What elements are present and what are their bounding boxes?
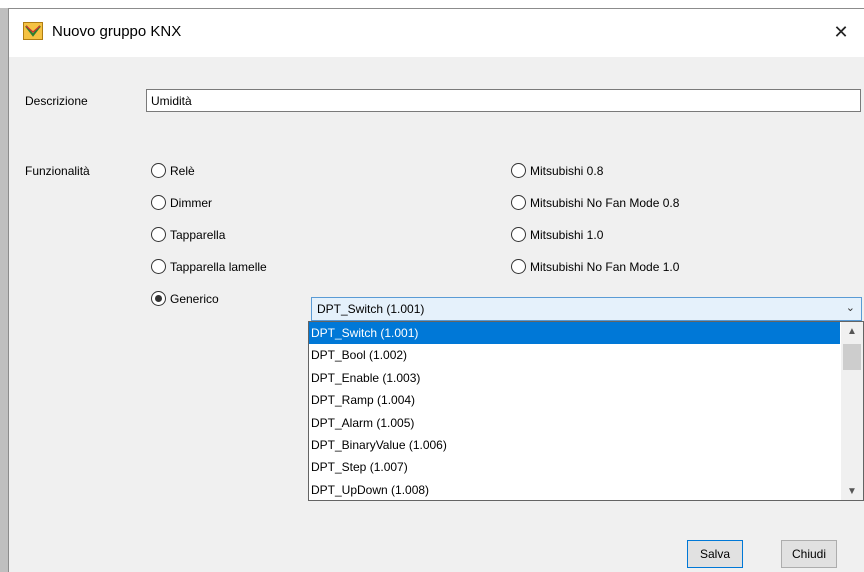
radio-generico[interactable]: Generico <box>151 291 219 306</box>
radio-button-icon <box>151 163 166 178</box>
radio-dimmer[interactable]: Dimmer <box>151 195 212 210</box>
radio-tapparella-lamelle[interactable]: Tapparella lamelle <box>151 259 267 274</box>
dropdown-option[interactable]: DPT_UpDown (1.008) <box>309 479 840 501</box>
radio-button-icon <box>151 227 166 242</box>
funzionalita-label: Funzionalità <box>25 164 90 178</box>
dropdown-option[interactable]: DPT_Alarm (1.005) <box>309 412 840 434</box>
radio-button-checked-icon <box>151 291 166 306</box>
dropdown-option[interactable]: DPT_Enable (1.003) <box>309 367 840 389</box>
descrizione-input[interactable] <box>146 89 861 112</box>
radio-mitsubishi-nofan-10[interactable]: Mitsubishi No Fan Mode 1.0 <box>511 259 679 274</box>
radio-button-icon <box>151 195 166 210</box>
dropdown-option[interactable]: DPT_Switch (1.001) <box>309 322 840 345</box>
dpt-dropdown-list: DPT_Switch (1.001) DPT_Bool (1.002) DPT_… <box>308 321 864 501</box>
radio-mitsubishi-08[interactable]: Mitsubishi 0.8 <box>511 163 603 178</box>
radio-tapparella[interactable]: Tapparella <box>151 227 225 242</box>
radio-label: Dimmer <box>170 195 212 210</box>
app-icon <box>23 22 43 40</box>
scroll-down-icon[interactable]: ▼ <box>841 482 863 500</box>
radio-rele[interactable]: Relè <box>151 163 195 178</box>
radio-label: Mitsubishi 1.0 <box>530 227 604 242</box>
salva-button[interactable]: Salva <box>687 540 743 568</box>
dropdown-option[interactable]: DPT_Step (1.007) <box>309 456 840 478</box>
close-icon: ✕ <box>833 21 849 42</box>
dropdown-scrollbar[interactable]: ▲ ▼ <box>841 322 863 500</box>
chevron-down-icon: ⌄ <box>845 302 855 314</box>
scrollbar-thumb[interactable] <box>843 344 861 370</box>
radio-mitsubishi-10[interactable]: Mitsubishi 1.0 <box>511 227 603 242</box>
combo-selected-value: DPT_Switch (1.001) <box>317 302 425 316</box>
radio-button-icon <box>511 259 526 274</box>
radio-mitsubishi-nofan-08[interactable]: Mitsubishi No Fan Mode 0.8 <box>511 195 679 210</box>
radio-label: Generico <box>170 291 219 306</box>
radio-label: Mitsubishi No Fan Mode 0.8 <box>530 195 680 210</box>
background-window-strip <box>0 0 864 8</box>
radio-button-icon <box>511 227 526 242</box>
radio-label: Tapparella lamelle <box>170 259 267 274</box>
dropdown-option[interactable]: DPT_Bool (1.002) <box>309 344 840 366</box>
dialog-body: Descrizione Funzionalità Relè Dimmer Tap… <box>9 57 864 572</box>
dropdown-options: DPT_Switch (1.001) DPT_Bool (1.002) DPT_… <box>309 322 840 501</box>
radio-button-icon <box>511 195 526 210</box>
close-window-button[interactable]: ✕ <box>818 9 864 55</box>
chiudi-button[interactable]: Chiudi <box>781 540 837 568</box>
radio-label: Tapparella <box>170 227 226 242</box>
radio-button-icon <box>151 259 166 274</box>
radio-label: Mitsubishi 0.8 <box>530 163 604 178</box>
descrizione-label: Descrizione <box>25 94 88 108</box>
radio-button-icon <box>511 163 526 178</box>
dpt-combobox[interactable]: DPT_Switch (1.001) ⌄ <box>311 297 862 321</box>
radio-label: Relè <box>170 163 195 178</box>
dropdown-option[interactable]: DPT_BinaryValue (1.006) <box>309 434 840 456</box>
scroll-up-icon[interactable]: ▲ <box>841 322 863 340</box>
radio-label: Mitsubishi No Fan Mode 1.0 <box>530 259 680 274</box>
dialog-window: Nuovo gruppo KNX ✕ Descrizione Funzional… <box>8 8 864 572</box>
dropdown-option[interactable]: DPT_Ramp (1.004) <box>309 389 840 411</box>
title-bar: Nuovo gruppo KNX ✕ <box>9 9 864 57</box>
window-title: Nuovo gruppo KNX <box>52 23 182 40</box>
